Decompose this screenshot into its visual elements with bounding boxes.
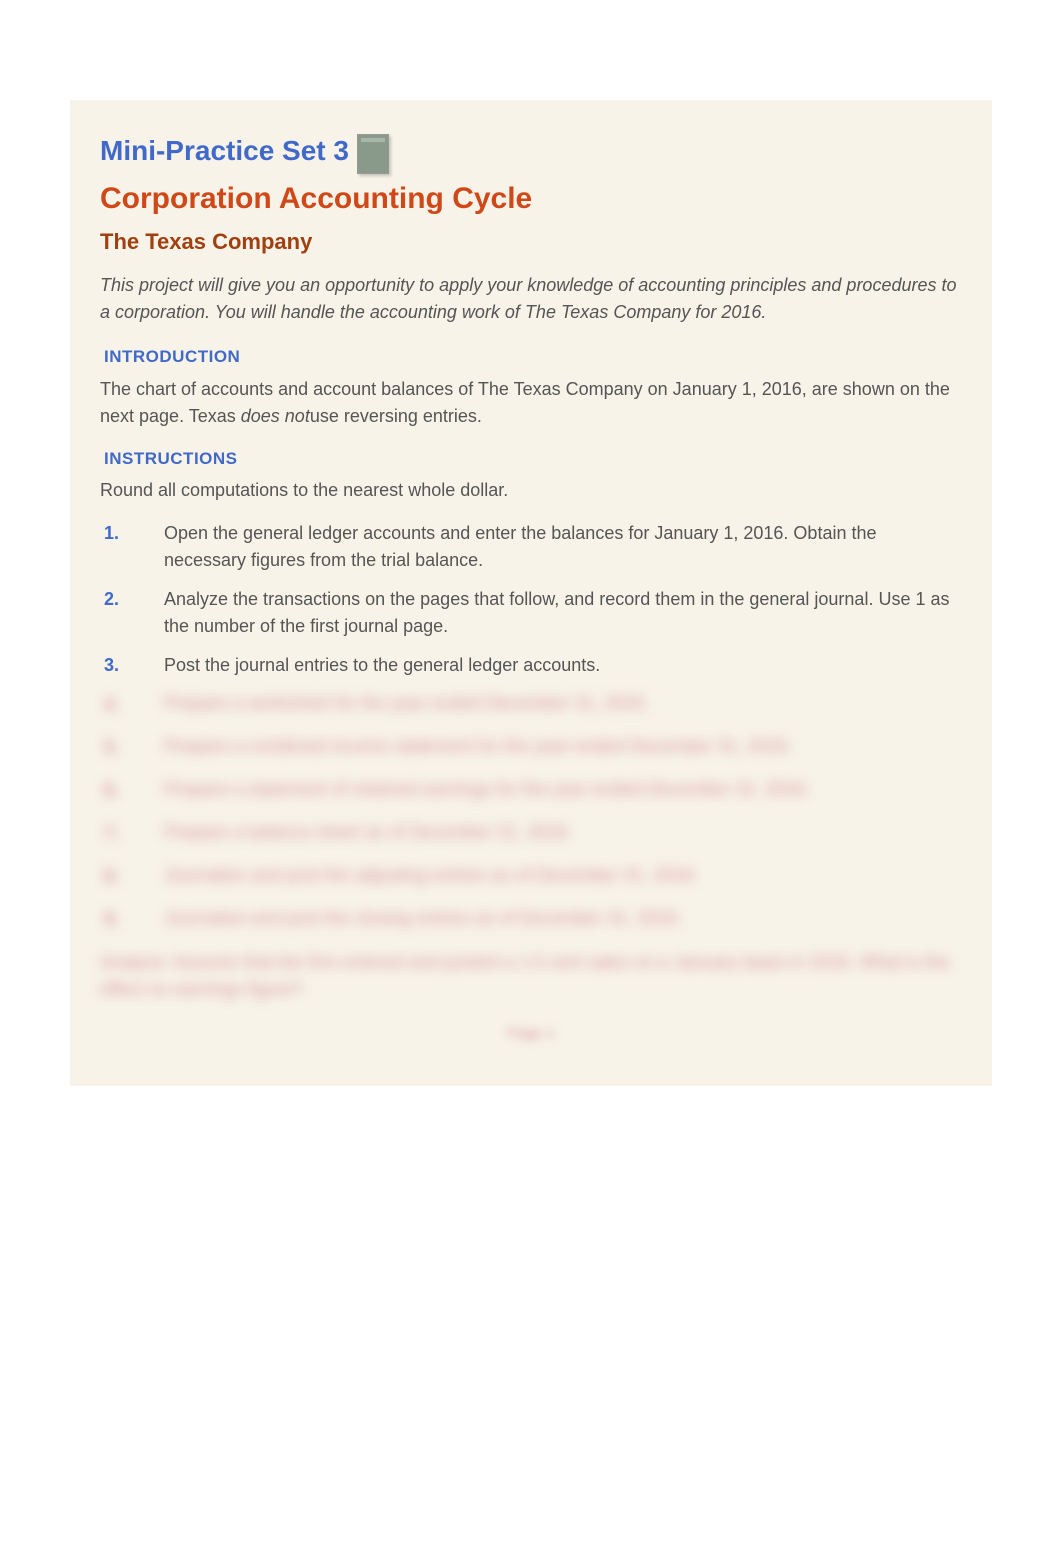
title-company: The Texas Company bbox=[100, 225, 962, 258]
title-miniset: Mini-Practice Set 3 bbox=[100, 130, 349, 172]
blurred-number: 6. bbox=[104, 777, 136, 804]
blurred-number: 7. bbox=[104, 820, 136, 847]
instruction-number: 1. bbox=[104, 520, 136, 574]
blurred-analyze: Analyze: Assume that the firm entered an… bbox=[100, 949, 962, 1003]
blurred-number: 5. bbox=[104, 734, 136, 761]
instruction-number: 2. bbox=[104, 586, 136, 640]
blurred-item: 7. Prepare a balance sheet as of Decembe… bbox=[100, 820, 962, 847]
project-intro: This project will give you an opportunit… bbox=[100, 272, 962, 326]
blurred-content: 4. Prepare a worksheet for the year ende… bbox=[100, 691, 962, 1003]
instruction-item: 3. Post the journal entries to the gener… bbox=[100, 652, 962, 679]
instructions-lead: Round all computations to the nearest wh… bbox=[100, 477, 962, 504]
blurred-text: Journalize and post the adjusting entrie… bbox=[136, 863, 962, 890]
introduction-body: The chart of accounts and account balanc… bbox=[100, 376, 962, 430]
title-cycle: Corporation Accounting Cycle bbox=[100, 176, 962, 221]
blurred-text: Prepare a worksheet for the year ended D… bbox=[136, 691, 962, 718]
blurred-text: Prepare a statement of retained earnings… bbox=[136, 777, 962, 804]
instruction-text: Open the general ledger accounts and ent… bbox=[136, 520, 962, 574]
blurred-number: 8. bbox=[104, 863, 136, 890]
blurred-text: Prepare a balance sheet as of December 3… bbox=[136, 820, 962, 847]
blurred-number: 4. bbox=[104, 691, 136, 718]
instructions-heading: INSTRUCTIONS bbox=[104, 446, 962, 472]
instruction-item: 1. Open the general ledger accounts and … bbox=[100, 520, 962, 574]
blurred-item: 9. Journalize and post the closing entri… bbox=[100, 906, 962, 933]
page-number: Page 1 bbox=[100, 1023, 962, 1046]
does-not-emphasis: does not bbox=[241, 406, 310, 426]
intro-body-post: use reversing entries. bbox=[310, 406, 482, 426]
document-page: Mini-Practice Set 3 Corporation Accounti… bbox=[70, 100, 992, 1086]
instruction-text: Post the journal entries to the general … bbox=[136, 652, 962, 679]
blurred-item: 5. Prepare a combined income statement f… bbox=[100, 734, 962, 761]
intro-body-pre: The chart of accounts and account balanc… bbox=[100, 379, 950, 426]
blurred-number: 9. bbox=[104, 906, 136, 933]
instructions-list: 1. Open the general ledger accounts and … bbox=[100, 520, 962, 679]
blurred-item: 6. Prepare a statement of retained earni… bbox=[100, 777, 962, 804]
instruction-item: 2. Analyze the transactions on the pages… bbox=[100, 586, 962, 640]
introduction-heading: INTRODUCTION bbox=[104, 344, 962, 370]
blurred-text: Journalize and post the closing entries … bbox=[136, 906, 962, 933]
document-icon bbox=[357, 134, 389, 174]
instruction-text: Analyze the transactions on the pages th… bbox=[136, 586, 962, 640]
blurred-item: 4. Prepare a worksheet for the year ende… bbox=[100, 691, 962, 718]
title-row: Mini-Practice Set 3 bbox=[100, 130, 962, 172]
instruction-number: 3. bbox=[104, 652, 136, 679]
blurred-item: 8. Journalize and post the adjusting ent… bbox=[100, 863, 962, 890]
blurred-text: Prepare a combined income statement for … bbox=[136, 734, 962, 761]
